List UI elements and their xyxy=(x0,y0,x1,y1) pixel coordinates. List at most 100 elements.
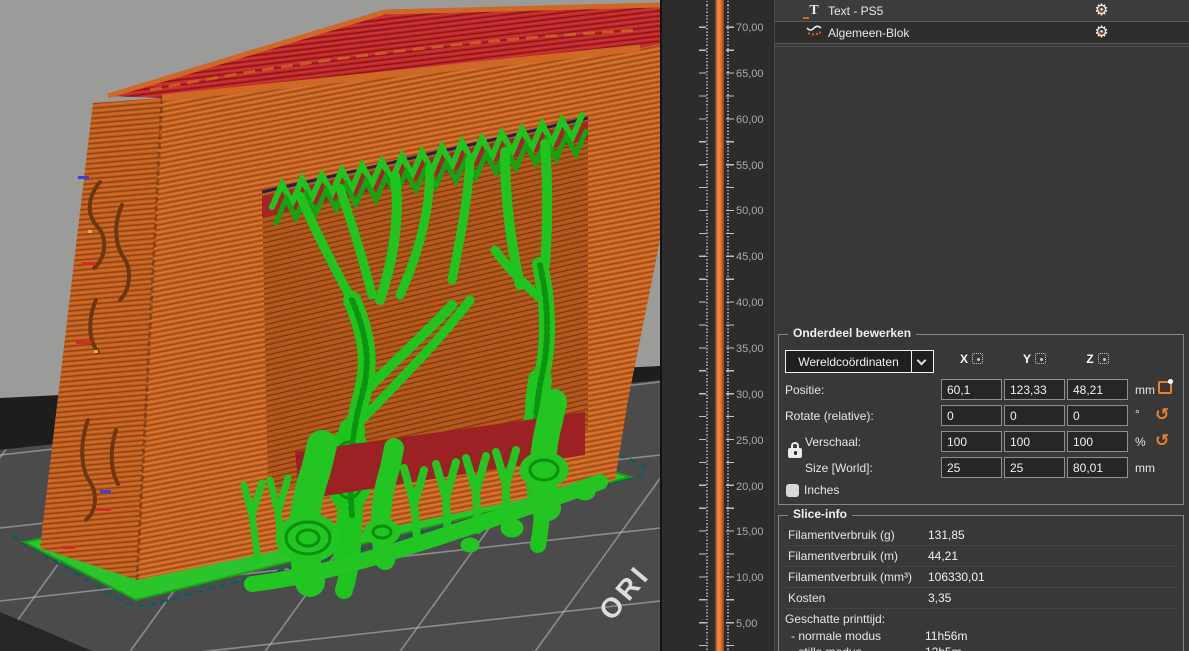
ruler-label-text: 20,00 xyxy=(736,481,764,493)
ruler-label: 45,00 xyxy=(736,250,764,264)
slice-info-value: 44,21 xyxy=(928,546,958,567)
slice-info-row: Filamentverbruik (mm³) 106330,01 xyxy=(785,567,1177,588)
ruler-label: 5,00 xyxy=(736,617,757,631)
ruler-label: 50,00 xyxy=(736,204,764,218)
ruler-label: 25,00 xyxy=(736,434,764,448)
slice-info-label: Filamentverbruik (g) xyxy=(788,525,895,546)
print-time-row: - stille modus 12h5m xyxy=(782,644,1180,651)
scene-list-item-text-ps5[interactable]: T Text - PS5 ⚙ xyxy=(775,0,1189,21)
slice-info-value: 3,35 xyxy=(928,588,951,609)
3d-viewport[interactable]: ORI xyxy=(0,0,660,651)
slice-info-value: 106330,01 xyxy=(928,567,985,588)
position-x-input[interactable] xyxy=(941,379,1002,400)
coordinate-system-select[interactable]: Wereldcoördinaten xyxy=(785,350,934,373)
layer-slider-bar[interactable] xyxy=(715,0,724,651)
scale-x-input[interactable] xyxy=(941,431,1002,452)
ruler-label-text: 35,00 xyxy=(736,343,764,355)
slice-info-label: Filamentverbruik (mm³) xyxy=(788,567,912,588)
text-icon: T xyxy=(805,4,823,18)
ruler-label-text: 60,00 xyxy=(736,114,764,126)
groupbox-title: Onderdeel bewerken xyxy=(788,326,916,340)
axis-target-icon xyxy=(972,353,983,364)
ruler-label: 55,00 xyxy=(736,159,764,173)
ruler-label-text: 30,00 xyxy=(736,389,764,401)
print-time-header: Geschatte printtijd: xyxy=(785,612,885,626)
rotate-unit: ° xyxy=(1135,407,1140,421)
scale-unit: % xyxy=(1135,435,1146,449)
list-separator xyxy=(775,46,1189,47)
ruler-label-text: 10,00 xyxy=(736,572,764,584)
size-label: Size [World]: xyxy=(805,461,873,475)
ruler-label-text: 15,00 xyxy=(736,526,764,538)
ruler-label: 60,00 xyxy=(736,113,764,127)
slice-info-row: Kosten 3,35 xyxy=(785,588,1177,609)
item-settings-gear-icon[interactable]: ⚙ xyxy=(1093,2,1110,19)
ruler-label: 10,00 xyxy=(736,571,764,585)
reset-rotation-icon[interactable]: ↺ xyxy=(1155,406,1169,423)
print-time-label: - stille modus xyxy=(791,644,862,651)
ruler-label-text: 70,00 xyxy=(736,22,764,34)
slice-info-label: Kosten xyxy=(788,588,825,609)
chevron-down-icon xyxy=(917,356,927,366)
item-settings-gear-icon[interactable]: ⚙ xyxy=(1093,24,1110,41)
ruler-label-text: 55,00 xyxy=(736,160,764,172)
axis-target-icon xyxy=(1035,353,1046,364)
ruler-label-text: 45,00 xyxy=(736,251,764,263)
slice-info-label: Filamentverbruik (m) xyxy=(788,546,898,567)
right-panel: T Text - PS5 ⚙ Algemeen-Blok ⚙ xyxy=(774,0,1189,651)
inches-checkbox[interactable] xyxy=(786,484,799,497)
rotate-x-input[interactable] xyxy=(941,405,1002,426)
print-time-row: - normale modus 11h56m xyxy=(782,628,1180,644)
scale-label: Verschaal: xyxy=(805,435,861,449)
scene-item-label: Text - PS5 xyxy=(828,4,883,18)
scale-y-input[interactable] xyxy=(1004,431,1065,452)
position-unit: mm xyxy=(1135,383,1155,397)
size-z-input[interactable] xyxy=(1067,457,1128,478)
slice-info-groupbox: Slice-info Filamentverbruik (g) 131,85 F… xyxy=(778,515,1184,651)
size-y-input[interactable] xyxy=(1004,457,1065,478)
reset-scale-icon[interactable]: ↺ xyxy=(1155,432,1169,449)
ruler-label: 20,00 xyxy=(736,480,764,494)
ruler-label-text: 25,00 xyxy=(736,435,764,447)
position-y-input[interactable] xyxy=(1004,379,1065,400)
slice-info-value: 131,85 xyxy=(928,525,965,546)
groupbox-title: Slice-info xyxy=(788,507,852,521)
ruler-label-text: 40,00 xyxy=(736,297,764,309)
ruler-label-text: 65,00 xyxy=(736,68,764,80)
coordinate-system-value: Wereldcoördinaten xyxy=(786,355,911,369)
size-x-input[interactable] xyxy=(941,457,1002,478)
print-time-value: 11h56m xyxy=(925,628,967,644)
dropdown-arrow-cell xyxy=(911,351,933,372)
inches-label: Inches xyxy=(804,483,839,497)
edit-part-groupbox: Onderdeel bewerken Wereldcoördinaten X Y… xyxy=(778,334,1184,505)
position-label: Positie: xyxy=(785,383,824,397)
size-unit: mm xyxy=(1135,461,1155,475)
scene-list-item-algemeen-blok[interactable]: Algemeen-Blok ⚙ xyxy=(775,21,1189,44)
scale-z-input[interactable] xyxy=(1067,431,1128,452)
ruler-label-text: 50,00 xyxy=(736,205,764,217)
ruler-major-ticks-right xyxy=(726,0,734,651)
axis-header-y: Y xyxy=(1004,352,1065,366)
ruler-label: 35,00 xyxy=(736,342,764,356)
ruler-label: 70,00 xyxy=(736,21,764,35)
drop-to-bed-icon[interactable] xyxy=(1158,381,1172,394)
ruler-major-ticks-left xyxy=(699,0,706,651)
scene-item-label: Algemeen-Blok xyxy=(828,26,909,40)
rotate-z-input[interactable] xyxy=(1067,405,1128,426)
uniform-scale-lock-icon[interactable] xyxy=(788,442,803,459)
gcode-preview-canvas: ORI xyxy=(0,0,660,651)
ruler-label: 65,00 xyxy=(736,67,764,81)
position-z-input[interactable] xyxy=(1067,379,1128,400)
ruler-minor-ticks-left xyxy=(706,0,708,651)
application-window: ORI xyxy=(0,0,1189,651)
slice-info-row: Filamentverbruik (m) 44,21 xyxy=(785,546,1177,567)
print-time-value: 12h5m xyxy=(925,644,962,651)
print-time-label: - normale modus xyxy=(791,628,881,644)
mesh-icon xyxy=(805,24,823,41)
axis-target-icon xyxy=(1098,353,1109,364)
ruler-label: 30,00 xyxy=(736,388,764,402)
rotate-y-input[interactable] xyxy=(1004,405,1065,426)
ruler-label: 15,00 xyxy=(736,525,764,539)
rotate-label: Rotate (relative): xyxy=(785,409,874,423)
slice-info-row: Filamentverbruik (g) 131,85 xyxy=(785,525,1177,546)
